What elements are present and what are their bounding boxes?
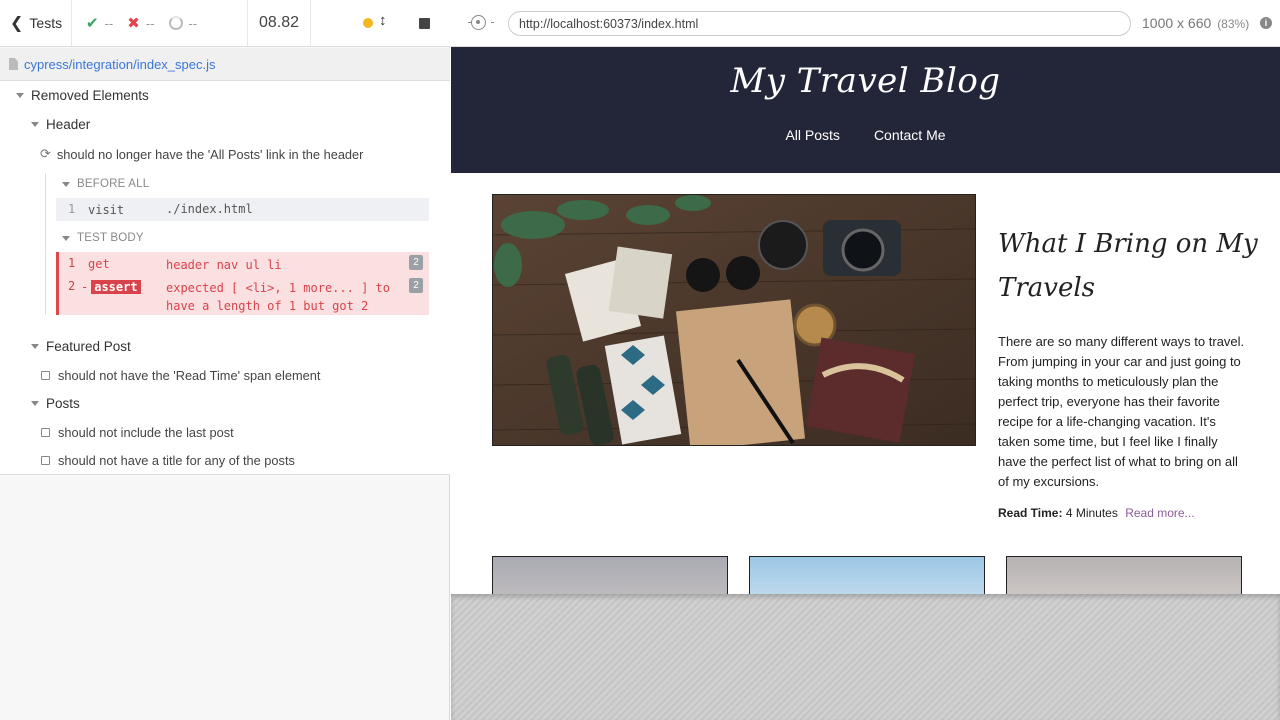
passed-stat: ✔ -- <box>86 14 113 32</box>
command-number: 1 <box>68 202 76 216</box>
back-to-tests-button[interactable]: ❮ Tests <box>0 0 72 46</box>
site-title: My Travel Blog <box>730 61 1001 101</box>
post-thumbnail[interactable] <box>492 556 728 594</box>
suite-title: Header <box>46 117 91 132</box>
file-icon <box>9 58 18 70</box>
read-time-value: 4 Minutes <box>1065 506 1118 520</box>
command-log: Removed Elements Header ⟳ should no long… <box>0 81 450 475</box>
check-icon: ✔ <box>86 15 99 32</box>
running-indicator-icon <box>363 18 373 28</box>
nested-dash: - <box>81 280 89 294</box>
site-nav: All Posts Contact Me <box>451 127 1280 143</box>
suite-title: Featured Post <box>46 339 131 354</box>
chevron-left-icon: ❮ <box>10 15 24 32</box>
command-name: get <box>88 257 110 271</box>
suite-header[interactable]: Header <box>31 117 90 132</box>
failed-stat: ✖ -- <box>127 14 154 32</box>
command-number: 2 <box>68 279 76 293</box>
runner-controls: ↕ <box>311 0 450 46</box>
suite-removed-elements[interactable]: Removed Elements <box>16 88 149 103</box>
test-running[interactable]: ⟳ should no longer have the 'All Posts' … <box>40 146 363 162</box>
element-count-badge: 2 <box>409 278 423 293</box>
passed-count: -- <box>104 15 114 31</box>
back-label: Tests <box>29 15 63 31</box>
caret-down-icon <box>31 122 39 127</box>
browser-toolbar: http://localhost:60373/index.html 1000 x… <box>451 0 1280 47</box>
duration: 08.82 <box>248 0 311 46</box>
site-header: My Travel Blog All Posts Contact Me <box>451 47 1280 173</box>
test-title: should not have a title for any of the p… <box>58 453 295 468</box>
pending-stat: -- <box>168 15 198 31</box>
pending-checkbox-icon <box>41 371 50 380</box>
stop-button[interactable] <box>419 18 430 29</box>
hook-label: BEFORE ALL <box>77 178 150 190</box>
featured-post-title: What I Bring on My Travels <box>998 229 1258 303</box>
featured-post-excerpt: There are so many different ways to trav… <box>998 334 1245 489</box>
command-message: ./index.html <box>166 202 253 216</box>
info-icon[interactable]: i <box>1260 17 1272 29</box>
suite-title: Removed Elements <box>31 88 149 103</box>
assert-message-line-1: expected [ <li>, 1 more... ] to <box>166 281 390 295</box>
featured-post-meta: Read Time: 4 Minutes Read more... <box>998 506 1195 520</box>
nav-contact-me[interactable]: Contact Me <box>874 127 946 143</box>
command-visit[interactable]: 1 visit ./index.html <box>56 198 429 221</box>
command-message: header nav ul li <box>166 258 282 272</box>
post-thumbnail[interactable] <box>749 556 985 594</box>
refresh-icon: ⟳ <box>40 146 51 161</box>
viewport-size: 1000 x 660 (83%) <box>1142 15 1249 31</box>
command-get[interactable]: 1 get header nav ul li 2 <box>56 252 429 275</box>
read-time-label: Read Time: <box>998 506 1063 520</box>
suite-featured-post[interactable]: Featured Post <box>31 339 131 354</box>
hook-test-body[interactable]: TEST BODY <box>62 232 144 244</box>
aut-panel: http://localhost:60373/index.html 1000 x… <box>451 0 1280 720</box>
test-item[interactable]: should not include the last post <box>41 425 234 440</box>
failed-count: -- <box>145 15 155 31</box>
pending-checkbox-icon <box>41 428 50 437</box>
assert-message-line-2: have a length of 1 but got 2 <box>166 299 369 313</box>
command-name: - assert <box>81 280 141 294</box>
spec-bar: cypress/integration/index_spec.js <box>0 48 450 81</box>
command-assert[interactable]: 2 - assert expected [ <li>, 1 more... ] t… <box>56 275 429 315</box>
caret-down-icon <box>16 93 24 98</box>
cross-icon: ✖ <box>127 15 140 32</box>
read-more-link[interactable]: Read more... <box>1125 506 1194 520</box>
caret-down-icon <box>31 344 39 349</box>
suite-posts[interactable]: Posts <box>31 396 80 411</box>
viewport-dimensions: 1000 x 660 <box>1142 15 1212 31</box>
command-number: 1 <box>68 256 76 270</box>
pending-count: -- <box>188 15 198 31</box>
app-under-test: My Travel Blog All Posts Contact Me What… <box>451 47 1280 594</box>
nav-all-posts[interactable]: All Posts <box>785 127 839 143</box>
test-runner-panel: ❮ Tests ✔ -- ✖ -- -- 08.82 ↕ cypress/int… <box>0 0 450 720</box>
hook-label: TEST BODY <box>77 232 144 244</box>
hook-divider <box>45 173 46 315</box>
test-title: should not include the last post <box>58 425 234 440</box>
element-count-badge: 2 <box>409 255 423 270</box>
viewport-scale: (83%) <box>1217 17 1250 31</box>
caret-down-icon <box>62 235 70 241</box>
url-field[interactable]: http://localhost:60373/index.html <box>508 11 1131 36</box>
viewport-overflow-area <box>451 594 1280 720</box>
runner-header: ❮ Tests ✔ -- ✖ -- -- 08.82 ↕ <box>0 0 450 47</box>
autoscroll-toggle-icon[interactable]: ↕ <box>379 12 387 29</box>
command-message: expected [ <li>, 1 more... ] to have a l… <box>166 279 390 315</box>
test-title: should no longer have the 'All Posts' li… <box>56 146 364 162</box>
test-stats: ✔ -- ✖ -- -- <box>72 0 248 46</box>
test-item[interactable]: should not have the 'Read Time' span ele… <box>41 368 320 383</box>
post-thumbnail[interactable] <box>1006 556 1242 594</box>
suite-title: Posts <box>46 396 80 411</box>
test-item[interactable]: should not have a title for any of the p… <box>41 453 295 468</box>
hook-before-all[interactable]: BEFORE ALL <box>62 178 149 190</box>
test-title: should not have the 'Read Time' span ele… <box>58 368 321 383</box>
pending-checkbox-icon <box>41 456 50 465</box>
spec-file-link[interactable]: cypress/integration/index_spec.js <box>24 57 216 72</box>
command-name: visit <box>88 203 125 217</box>
featured-post-image <box>492 194 976 446</box>
caret-down-icon <box>31 401 39 406</box>
caret-down-icon <box>62 181 70 187</box>
assert-tag: assert <box>91 280 141 294</box>
selector-playground-icon[interactable] <box>468 15 494 30</box>
pending-circle-icon <box>168 16 183 30</box>
